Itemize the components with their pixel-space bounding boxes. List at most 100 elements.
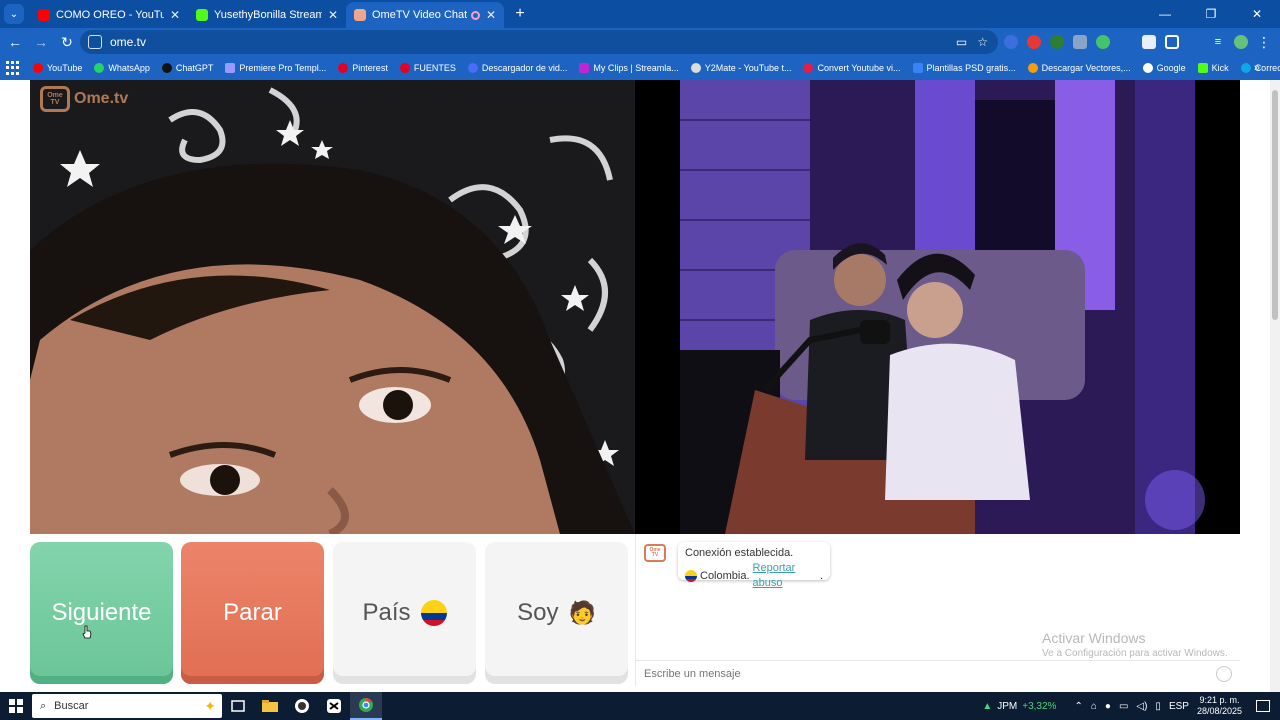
bookmark-fuentes[interactable]: FUENTES <box>399 63 456 73</box>
vector-icon <box>1027 63 1038 73</box>
whatsapp-icon <box>94 63 105 73</box>
page-scrollbar[interactable] <box>1270 80 1280 692</box>
extension-icon[interactable] <box>1096 35 1110 49</box>
windows-start-icon[interactable] <box>0 692 32 720</box>
network-icon[interactable]: ▭ <box>1119 701 1128 712</box>
report-abuse-link[interactable]: Reportar abuso <box>753 561 817 591</box>
bookmark-chatgpt[interactable]: ChatGPT <box>161 63 214 73</box>
file-explorer-icon[interactable] <box>254 692 286 720</box>
volume-icon[interactable]: ◁) <box>1136 701 1147 712</box>
cast-icon[interactable]: ▭ <box>956 35 967 49</box>
scrollbar-thumb[interactable] <box>1272 90 1278 320</box>
extension-icon[interactable] <box>1050 35 1064 49</box>
microphone-icon[interactable]: ● <box>1105 701 1111 712</box>
clock-time: 9:21 p. m. <box>1199 695 1240 705</box>
windows-taskbar: ⌕ Buscar ✦ ▲ JPM +3,32% ⌃ ⌂ ● ▭ ◁) ▯ ESP… <box>0 692 1280 720</box>
stranger-video-frame <box>30 80 635 534</box>
tab-kick[interactable]: YusethyBonilla Stream - Watch ✕ <box>188 2 346 28</box>
tab-title: OmeTV Video Chat — Ome <box>372 9 467 21</box>
notifications-icon[interactable] <box>1256 700 1270 712</box>
task-view-icon[interactable] <box>222 692 254 720</box>
extension-icon[interactable] <box>1004 35 1018 49</box>
bookmark-label: ChatGPT <box>175 63 214 73</box>
message-input[interactable] <box>644 667 1216 680</box>
bookmark-label: Descargador de vid... <box>481 63 568 73</box>
country-button[interactable]: País <box>333 542 476 684</box>
bookmark-youtube[interactable]: YouTube <box>33 63 82 73</box>
bookmark-pinterest[interactable]: Pinterest <box>338 63 388 73</box>
y2mate-icon <box>690 63 701 73</box>
self-video-frame <box>635 80 1240 534</box>
tab-youtube[interactable]: COMO OREO - YouTube ✕ <box>30 2 188 28</box>
tab-search-icon[interactable]: ⌄ <box>4 4 24 24</box>
site-info-icon[interactable] <box>88 35 102 49</box>
bookmark-vectores[interactable]: Descargar Vectores,... <box>1027 63 1131 73</box>
ometv-logo: Ome TV Ome.tv <box>40 86 128 112</box>
minimize-icon[interactable]: — <box>1142 0 1188 28</box>
sparkle-icon: ✦ <box>204 697 216 714</box>
language-indicator[interactable]: ESP <box>1169 701 1189 712</box>
emoji-icon[interactable] <box>1216 665 1232 682</box>
close-icon[interactable]: ✕ <box>328 8 338 22</box>
chrome-icon[interactable] <box>350 692 382 720</box>
bookmark-streamlabs[interactable]: My Clips | Streamla... <box>579 63 679 73</box>
clock[interactable]: 9:21 p. m. 28/08/2025 <box>1197 695 1242 717</box>
taskbar-search[interactable]: ⌕ Buscar ✦ <box>32 694 222 718</box>
puzzle-icon[interactable] <box>1165 35 1179 49</box>
avatar[interactable] <box>1234 35 1248 49</box>
colombia-flag-icon <box>420 600 447 626</box>
restore-icon[interactable]: ❐ <box>1188 0 1234 28</box>
menu-icon[interactable]: ⋮ <box>1257 34 1271 51</box>
bookmark-convert[interactable]: Convert Youtube vi... <box>803 63 901 73</box>
obs-icon[interactable] <box>286 692 318 720</box>
bookmark-label: Premiere Pro Templ... <box>239 63 327 73</box>
extension-icon[interactable] <box>1073 35 1087 49</box>
usb-icon[interactable]: ⌂ <box>1091 701 1097 712</box>
back-icon[interactable]: ← <box>2 29 28 55</box>
bookmark-label: Kick <box>1211 63 1229 73</box>
bookmark-y2mate[interactable]: Y2Mate - YouTube t... <box>690 63 791 73</box>
boy-emoji-icon: 🧑 <box>568 600 596 625</box>
country-name: Colombia. <box>700 569 750 582</box>
bookmark-kick[interactable]: Kick <box>1197 63 1229 73</box>
bookmark-star-icon[interactable]: ☆ <box>977 35 988 49</box>
reload-icon[interactable]: ↻ <box>54 29 80 55</box>
bookmark-descargador[interactable]: Descargador de vid... <box>467 63 568 73</box>
stop-button[interactable]: Parar <box>181 542 324 684</box>
recording-icon <box>470 10 480 20</box>
extensions-row: ≡ ⋮ <box>1004 28 1271 56</box>
bookmark-label: WhatsApp <box>108 63 150 73</box>
bookmark-correccion[interactable]: Corrección de Texto... <box>1240 63 1280 73</box>
bookmark-whatsapp[interactable]: WhatsApp <box>94 63 150 73</box>
forward-icon[interactable]: → <box>28 29 54 55</box>
google-icon <box>1142 63 1153 73</box>
capcut-icon[interactable] <box>318 692 350 720</box>
pinterest-icon <box>338 63 349 73</box>
watermark-subtitle: Ve a Configuración para activar Windows. <box>1042 648 1228 659</box>
stock-widget[interactable]: ▲ JPM +3,32% <box>982 701 1056 712</box>
bookmark-plantillas[interactable]: Plantillas PSD gratis... <box>912 63 1016 73</box>
tab-ometv[interactable]: OmeTV Video Chat — Ome ✕ <box>346 2 504 28</box>
gender-button[interactable]: Soy 🧑 <box>485 542 628 684</box>
extension-icon[interactable] <box>1027 35 1041 49</box>
apps-grid-icon[interactable] <box>6 61 19 75</box>
tab-bar: ⌄ COMO OREO - YouTube ✕ YusethyBonilla S… <box>0 0 1280 28</box>
bookmark-label: Convert Youtube vi... <box>817 63 901 73</box>
media-icon[interactable]: ≡ <box>1211 35 1225 49</box>
premiere-icon <box>225 63 236 73</box>
bookmark-google[interactable]: Google <box>1142 63 1186 73</box>
close-icon[interactable]: ✕ <box>486 8 496 22</box>
close-window-icon[interactable]: ✕ <box>1234 0 1280 28</box>
close-icon[interactable]: ✕ <box>170 8 180 22</box>
pinterest-icon <box>399 63 410 73</box>
next-button[interactable]: Siguiente <box>30 542 173 684</box>
bookmark-premiere[interactable]: Premiere Pro Templ... <box>225 63 326 73</box>
chevron-up-icon[interactable]: ⌃ <box>1074 701 1082 712</box>
more-bookmarks-icon[interactable]: » <box>1254 62 1260 74</box>
extension-icon[interactable] <box>1142 35 1156 49</box>
address-bar[interactable]: ome.tv ▭ ☆ <box>80 30 998 54</box>
ometv-chat-logo-icon: Ome TV <box>644 544 666 562</box>
new-tab-button[interactable]: + <box>510 5 530 23</box>
battery-icon[interactable]: ▯ <box>1155 701 1161 712</box>
